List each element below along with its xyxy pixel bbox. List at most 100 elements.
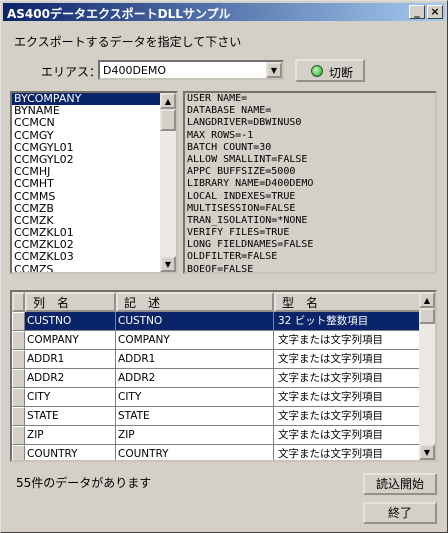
minimize-button[interactable]: _: [409, 5, 425, 19]
chevron-up-icon: ▲: [423, 296, 431, 305]
grid-cell[interactable]: STATE: [25, 407, 116, 426]
connection-info-line: OLDFILTER=FALSE: [187, 251, 278, 263]
record-count-status: 55件のデータがあります: [16, 476, 152, 490]
grid-scroll-down-button[interactable]: ▼: [419, 444, 435, 460]
grid-row[interactable]: COMPANY COMPANY 文字または文字列項目: [12, 331, 422, 350]
exit-button[interactable]: 終了: [363, 502, 437, 524]
table-list-item[interactable]: CCMZKL03: [12, 251, 176, 263]
connection-info-line: DATABASE NAME=: [187, 105, 272, 117]
connection-info-line: LANGDRIVER=DBWINUS0: [187, 117, 302, 129]
scroll-thumb[interactable]: [160, 109, 176, 131]
grid-cell[interactable]: STATE: [116, 407, 274, 426]
grid-cell[interactable]: CUSTNO: [25, 312, 116, 331]
alias-combobox[interactable]: D400DEMO ▼: [98, 60, 284, 80]
grid-cell[interactable]: 文字または文字列項目: [274, 350, 422, 369]
row-header[interactable]: [12, 350, 25, 369]
connection-info-line: LONG FIELDNAMES=FALSE: [187, 239, 314, 251]
connection-info-line: MAX ROWS=-1: [187, 129, 254, 141]
grid-cell[interactable]: ZIP: [116, 426, 274, 445]
grid-cell[interactable]: ADDR1: [25, 350, 116, 369]
connection-info-line: BOEOF=FALSE: [187, 263, 254, 274]
connection-info-line: MULTISESSION=FALSE: [187, 202, 296, 214]
grid-cell[interactable]: 文字または文字列項目: [274, 388, 422, 407]
grid-scrollbar[interactable]: ▲ ▼: [419, 292, 435, 460]
connection-info-line: APPC BUFFSIZE=5000: [187, 166, 296, 178]
scroll-down-button[interactable]: ▼: [160, 256, 176, 272]
title-bar[interactable]: AS400データエクスポートDLLサンプル _ ×: [3, 3, 445, 21]
connection-info-line: USER NAME=: [187, 93, 248, 104]
instruction-text: エクスポートするデータを指定して下さい: [14, 35, 242, 49]
table-list-item[interactable]: CCMCN: [12, 117, 176, 129]
table-list-item[interactable]: CCMMS: [12, 190, 176, 203]
grid-cell[interactable]: ZIP: [25, 426, 116, 445]
window-title: AS400データエクスポートDLLサンプル: [7, 7, 231, 21]
connection-info-line: ALLOW SMALLINT=FALSE: [187, 153, 308, 165]
connection-info-line: VERIFY FILES=TRUE: [187, 227, 290, 239]
connection-info-line: TRAN_ISOLATION=*NONE: [187, 214, 308, 226]
grid-cell[interactable]: ADDR1: [116, 350, 274, 369]
row-header[interactable]: [12, 331, 25, 350]
alias-dropdown-button[interactable]: ▼: [266, 62, 282, 78]
disconnect-button[interactable]: 切断: [295, 59, 365, 82]
grid-cell[interactable]: 文字または文字列項目: [274, 331, 422, 350]
grid-cell[interactable]: 文字または文字列項目: [274, 407, 422, 426]
status-led-icon: [311, 65, 323, 77]
grid-row[interactable]: STATE STATE 文字または文字列項目: [12, 407, 422, 426]
grid-cell[interactable]: CITY: [116, 388, 274, 407]
grid-row[interactable]: ZIP ZIP 文字または文字列項目: [12, 426, 422, 445]
alias-value: D400DEMO: [103, 64, 167, 77]
grid-cell[interactable]: CITY: [25, 388, 116, 407]
grid-cell[interactable]: 文字または文字列項目: [274, 426, 422, 445]
table-list-item[interactable]: CCMHT: [12, 178, 176, 190]
table-list-scrollbar[interactable]: ▲ ▼: [160, 93, 176, 272]
table-listbox[interactable]: BYCOMPANY BYNAME CCMCN CCMGY CCMGYL01 CCMGYL0…: [10, 91, 178, 274]
grid-row[interactable]: COUNTRY COUNTRY 文字または文字列項目: [12, 445, 422, 460]
row-header[interactable]: [12, 407, 25, 426]
connection-info-line: LIBRARY NAME=D400DEMO: [187, 178, 314, 190]
close-button[interactable]: ×: [427, 5, 443, 19]
table-list-item[interactable]: CCMGY: [12, 129, 176, 142]
connection-info-line: BATCH COUNT=30: [187, 141, 272, 153]
read-start-button[interactable]: 読込開始: [363, 473, 437, 495]
grid-cell[interactable]: ADDR2: [116, 369, 274, 388]
minimize-icon: _: [414, 5, 420, 18]
disconnect-label: 切断: [329, 66, 354, 80]
grid-row[interactable]: ADDR1 ADDR1 文字または文字列項目: [12, 350, 422, 369]
table-list-item[interactable]: CCMZS: [12, 263, 176, 272]
grid-cell[interactable]: CUSTNO: [116, 312, 274, 331]
grid-scroll-thumb[interactable]: [419, 308, 435, 324]
table-list-items: BYCOMPANY BYNAME CCMCN CCMGY CCMGYL01 CCMGYL0…: [12, 93, 176, 272]
row-header[interactable]: [12, 445, 25, 460]
grid-row[interactable]: ADDR2 ADDR2 文字または文字列項目: [12, 369, 422, 388]
alias-label: エリアス：: [41, 65, 102, 79]
grid-scroll-up-button[interactable]: ▲: [419, 292, 435, 308]
grid-cell[interactable]: ADDR2: [25, 369, 116, 388]
row-header[interactable]: [12, 369, 25, 388]
grid-cell[interactable]: 文字または文字列項目: [274, 369, 422, 388]
grid-cell[interactable]: 32 ビット整数項目: [274, 312, 422, 331]
chevron-down-icon: ▼: [423, 448, 431, 457]
grid-cell[interactable]: COUNTRY: [116, 445, 274, 460]
column-header-description[interactable]: 記 述: [116, 292, 274, 312]
row-header[interactable]: [12, 426, 25, 445]
chevron-down-icon: ▼: [270, 66, 278, 75]
field-grid[interactable]: 列 名 記 述 型 名 CUSTNO CUSTNO 32 ビット整数項目 COMPAN…: [10, 290, 437, 462]
chevron-down-icon: ▼: [164, 260, 172, 269]
column-header-type[interactable]: 型 名: [274, 292, 422, 312]
chevron-up-icon: ▲: [164, 97, 172, 106]
connection-info-line: LOCAL INDEXES=TRUE: [187, 190, 296, 202]
close-icon: ×: [430, 5, 440, 18]
connection-info-panel: USER NAME= DATABASE NAME= LANGDRIVER=DBWIN…: [183, 91, 437, 274]
main-window: AS400データエクスポートDLLサンプル _ × エクスポートするデータを指定…: [0, 0, 448, 533]
row-header[interactable]: [12, 388, 25, 407]
column-header-name[interactable]: 列 名: [25, 292, 116, 312]
row-header[interactable]: [12, 312, 25, 331]
grid-cell[interactable]: 文字または文字列項目: [274, 445, 422, 460]
grid-row[interactable]: CUSTNO CUSTNO 32 ビット整数項目: [12, 312, 422, 331]
grid-corner: [12, 292, 25, 312]
grid-cell[interactable]: COUNTRY: [25, 445, 116, 460]
scroll-up-button[interactable]: ▲: [160, 93, 176, 109]
grid-cell[interactable]: COMPANY: [116, 331, 274, 350]
grid-cell[interactable]: COMPANY: [25, 331, 116, 350]
grid-row[interactable]: CITY CITY 文字または文字列項目: [12, 388, 422, 407]
